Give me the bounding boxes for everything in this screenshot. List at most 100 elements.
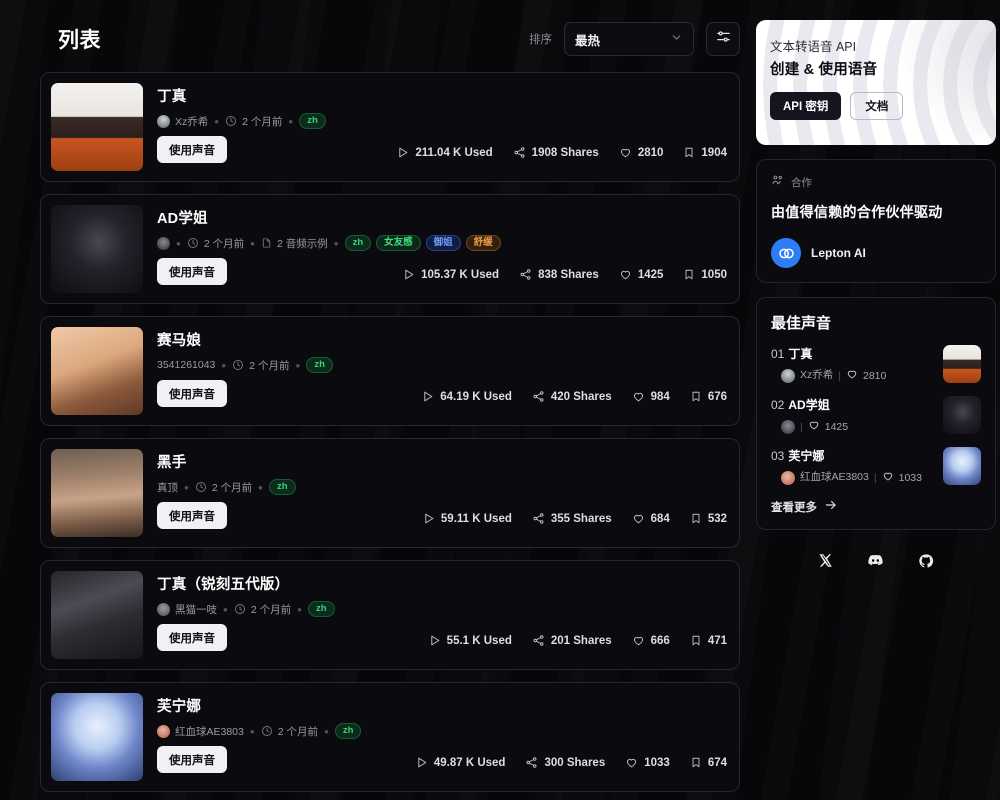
stat-likes[interactable]: 684	[632, 512, 670, 525]
voice-card[interactable]: AD学姐 ● 2 个月前 ● 2 音频示例 ● zh 女友感 御姐 舒缓 使用声音 1…	[40, 194, 740, 304]
voice-author[interactable]	[157, 236, 170, 250]
voice-title[interactable]: 丁真	[157, 85, 729, 106]
github-icon[interactable]	[918, 553, 934, 574]
voice-author[interactable]: 黑猫一吱	[157, 602, 217, 617]
voice-title[interactable]: 芙宁娜	[157, 695, 729, 716]
stat-saves[interactable]: 676	[690, 390, 727, 403]
voice-stats: 55.1 K Used 201 Shares 666 471	[428, 634, 727, 647]
share-count: 420 Shares	[550, 390, 612, 403]
top-voice-item[interactable]: 03 芙宁娜 红血球AE3803 | 1033	[771, 447, 981, 485]
author-avatar	[157, 236, 170, 250]
voice-tag[interactable]: zh	[344, 235, 372, 251]
use-voice-button[interactable]: 使用声音	[157, 258, 227, 285]
clock-icon	[232, 359, 244, 371]
stat-saves[interactable]: 674	[690, 756, 727, 769]
use-voice-button[interactable]: 使用声音	[157, 502, 227, 529]
voice-meta-row: 黑猫一吱 ● 2 个月前 ● zh	[157, 601, 729, 617]
voice-title[interactable]: 丁真（锐刻五代版）	[157, 573, 729, 594]
voice-card-body: 赛马娘 3541261043 ● 2 个月前 ● zh 使用声音 64.19 K…	[157, 327, 729, 415]
top-voice-author: Xz乔希	[800, 369, 834, 382]
voice-tag[interactable]: zh	[306, 357, 333, 373]
voice-thumbnail[interactable]	[51, 83, 143, 171]
share-count: 201 Shares	[550, 634, 612, 647]
top-voice-author-avatar	[781, 368, 795, 383]
voice-stats: 59.11 K Used 355 Shares 684 532	[422, 512, 727, 525]
voice-stats: 105.37 K Used 838 Shares 1425 1050	[402, 268, 727, 281]
save-count: 676	[707, 390, 727, 403]
voice-tag[interactable]: 舒缓	[465, 235, 501, 251]
top-voice-subrow: | 1425	[781, 419, 935, 434]
meta-separator: ●	[323, 726, 329, 736]
stat-saves[interactable]: 532	[690, 512, 727, 525]
voice-card[interactable]: 黑手 真顶 ● 2 个月前 ● zh 使用声音 59.11 K Used 355…	[40, 438, 740, 548]
top-voice-thumbnail[interactable]	[943, 447, 981, 485]
stat-shares: 300 Shares	[525, 756, 605, 769]
save-count: 532	[707, 512, 727, 525]
voice-author[interactable]: 真顶	[157, 480, 178, 495]
stat-saves[interactable]: 1904	[683, 146, 727, 159]
top-voice-author-avatar	[781, 419, 795, 434]
partner-item-lepton[interactable]: Lepton AI	[771, 238, 981, 268]
voice-thumbnail[interactable]	[51, 693, 143, 781]
voice-thumbnail[interactable]	[51, 327, 143, 415]
partner-name: Lepton AI	[811, 246, 866, 260]
voice-tag[interactable]: 女友感	[376, 235, 421, 251]
top-voice-name-row: 02 AD学姐	[771, 396, 935, 413]
meta-separator: ●	[184, 482, 189, 492]
voice-card[interactable]: 丁真 Xz乔希 ● 2 个月前 ● zh 使用声音 211.04 K Used …	[40, 72, 740, 182]
stat-used: 59.11 K Used	[422, 512, 512, 525]
voice-card[interactable]: 赛马娘 3541261043 ● 2 个月前 ● zh 使用声音 64.19 K…	[40, 316, 740, 426]
voice-author[interactable]: 红血球AE3803	[157, 724, 244, 739]
voice-thumbnail[interactable]	[51, 449, 143, 537]
stat-likes[interactable]: 984	[632, 390, 670, 403]
author-avatar	[157, 114, 170, 128]
sidebar-column: 文本转语音 API 创建 & 使用语音 API 密钥 文档 合作 由值得信赖的合…	[756, 14, 996, 800]
author-avatar	[157, 602, 170, 616]
voice-card[interactable]: 芙宁娜 红血球AE3803 ● 2 个月前 ● zh 使用声音 49.87 K …	[40, 682, 740, 792]
voice-title[interactable]: AD学姐	[157, 207, 729, 228]
sort-select[interactable]: 最热	[564, 22, 694, 56]
voice-tag[interactable]: zh	[268, 479, 296, 495]
voice-stats: 211.04 K Used 1908 Shares 2810 1904	[396, 146, 727, 159]
api-key-button[interactable]: API 密钥	[770, 92, 842, 120]
docs-button[interactable]: 文档	[850, 92, 904, 120]
voice-card-body: 黑手 真顶 ● 2 个月前 ● zh 使用声音 59.11 K Used 355…	[157, 449, 729, 537]
voice-author[interactable]: Xz乔希	[157, 114, 208, 129]
voice-title[interactable]: 赛马娘	[157, 329, 729, 350]
sub-separator: |	[838, 369, 841, 382]
filter-button[interactable]	[706, 22, 740, 56]
top-voice-thumbnail[interactable]	[943, 396, 981, 434]
stat-used: 211.04 K Used	[396, 146, 493, 159]
promo-buttons: API 密钥 文档	[770, 92, 982, 120]
voice-title[interactable]: 黑手	[157, 451, 729, 472]
use-voice-button[interactable]: 使用声音	[157, 380, 227, 407]
voice-tag[interactable]: zh	[334, 723, 362, 739]
top-voice-item[interactable]: 02 AD学姐 | 1425	[771, 396, 981, 434]
meta-separator: ●	[221, 360, 227, 370]
stat-likes[interactable]: 1033	[625, 756, 670, 769]
stat-saves[interactable]: 471	[690, 634, 727, 647]
stat-likes[interactable]: 2810	[619, 146, 663, 159]
voice-tag[interactable]: zh	[299, 113, 326, 129]
voice-card[interactable]: 丁真（锐刻五代版） 黑猫一吱 ● 2 个月前 ● zh 使用声音 55.1 K …	[40, 560, 740, 670]
stat-likes[interactable]: 666	[632, 634, 670, 647]
sort-select-value: 最热	[575, 33, 601, 48]
voice-thumbnail[interactable]	[51, 205, 143, 293]
stat-saves[interactable]: 1050	[683, 268, 727, 281]
voice-author[interactable]: 3541261043	[157, 359, 215, 371]
top-voice-info: 02 AD学姐 | 1425	[771, 396, 935, 434]
top-voice-thumbnail[interactable]	[943, 345, 981, 383]
top-voice-item[interactable]: 01 丁真 Xz乔希 | 2810	[771, 345, 981, 383]
voice-tag[interactable]: zh	[307, 601, 335, 617]
see-more-link[interactable]: 查看更多	[771, 498, 981, 515]
stat-used: 105.37 K Used	[402, 268, 499, 281]
x-twitter-icon[interactable]	[818, 553, 833, 573]
voice-thumbnail[interactable]	[51, 571, 143, 659]
share-count: 838 Shares	[538, 268, 599, 281]
use-voice-button[interactable]: 使用声音	[157, 624, 227, 651]
voice-tag[interactable]: 御姐	[425, 235, 461, 251]
use-voice-button[interactable]: 使用声音	[157, 746, 227, 773]
use-voice-button[interactable]: 使用声音	[157, 136, 227, 163]
stat-likes[interactable]: 1425	[619, 268, 663, 281]
discord-icon[interactable]	[867, 552, 884, 574]
